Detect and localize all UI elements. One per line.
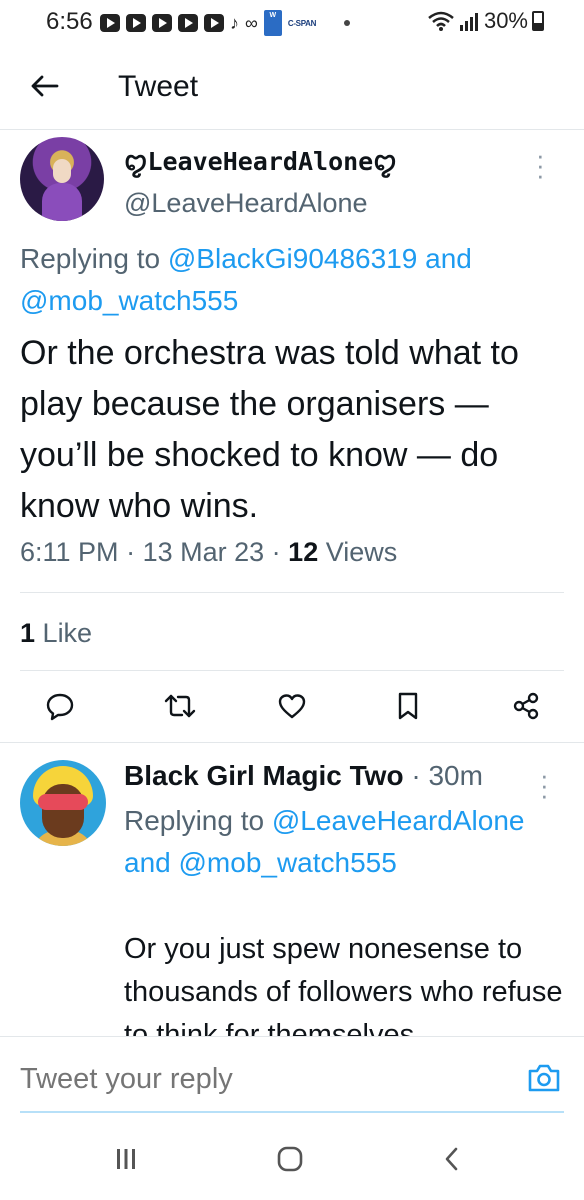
word-doc-icon: W: [263, 10, 282, 36]
reply-author-display-name[interactable]: Black Girl Magic Two: [124, 760, 404, 791]
mention-link[interactable]: @mob_watch555: [20, 285, 238, 316]
likes-count: 1: [20, 618, 36, 648]
more-notifications-dot: [344, 20, 351, 26]
divider: [20, 592, 564, 593]
reply-button[interactable]: [40, 686, 80, 726]
replying-to: Replying to @LeaveHeardAlone and @mob_wa…: [124, 805, 525, 878]
youtube-icon: [204, 14, 224, 32]
reply-input[interactable]: [20, 1063, 500, 1096]
youtube-icon: [126, 14, 146, 32]
top-app-bar: Tweet: [0, 44, 584, 130]
battery-percent: 30%: [483, 8, 528, 33]
camera-button[interactable]: [526, 1063, 562, 1093]
author-display-name[interactable]: ꨄLeaveHeardAloneꨄ: [124, 142, 397, 179]
youtube-icon: [178, 14, 198, 32]
bookmark-icon: [398, 692, 418, 720]
reply-list: Black Girl Magic Two · 30m · · · Replying …: [0, 744, 584, 1036]
tweet-time[interactable]: 6:11 PM: [20, 537, 119, 567]
mention-link[interactable]: @BlackGi90486319: [168, 243, 417, 274]
avatar[interactable]: [20, 760, 106, 846]
replying-to: Replying to @BlackGi90486319 and @mob_wa…: [20, 243, 472, 316]
likes-label: Like: [42, 618, 93, 648]
mention-link[interactable]: @LeaveHeardAlone: [272, 805, 525, 836]
signal-icon: [459, 13, 478, 31]
views-label: Views: [325, 537, 398, 567]
recents-icon: [117, 1149, 135, 1169]
home-button[interactable]: [270, 1144, 310, 1174]
system-nav-bar: [0, 1116, 584, 1200]
camera-icon: [528, 1064, 560, 1092]
notification-icons: ♪ ∞ W C-SPAN: [100, 10, 351, 36]
retweet-icon: [164, 694, 196, 718]
reply-text: Or you just spew nonesense to thousands …: [124, 933, 563, 1036]
reply-icon: [46, 693, 74, 721]
like-button[interactable]: [272, 686, 312, 726]
divider: [20, 670, 564, 671]
reply-input-underline: [20, 1111, 564, 1113]
heart-icon: [278, 694, 306, 719]
retweet-button[interactable]: [160, 686, 200, 726]
back-button[interactable]: [24, 66, 64, 106]
avatar[interactable]: [20, 137, 104, 221]
tweet-text: Or the orchestra was told what to play b…: [20, 334, 519, 525]
wifi-icon: [428, 11, 454, 31]
battery-icon: [532, 11, 544, 31]
tiktok-icon: ♪: [230, 13, 239, 33]
chevron-left-icon: [445, 1147, 458, 1171]
likes-link[interactable]: 1 Like: [20, 618, 92, 649]
system-back-button[interactable]: [432, 1144, 472, 1174]
divider: [0, 742, 584, 743]
reply-author-row: Black Girl Magic Two · 30m: [124, 760, 483, 791]
bookmark-button[interactable]: [388, 686, 428, 726]
page-title: Tweet: [118, 70, 199, 103]
arrow-left-icon: [31, 75, 59, 97]
youtube-icon: [100, 14, 120, 32]
more-options-icon[interactable]: · · ·: [540, 762, 549, 808]
mention-link[interactable]: @mob_watch555: [179, 847, 397, 878]
youtube-icon: [152, 14, 172, 32]
tweet-date[interactable]: 13 Mar 23: [143, 537, 265, 567]
status-bar: 6:56 ♪ ∞ W C-SPAN 30%: [0, 0, 584, 44]
cspan-icon: C-SPAN: [287, 18, 317, 28]
reply-composer: [0, 1036, 584, 1116]
system-status: 30%: [428, 8, 544, 34]
reply-age: 30m: [428, 760, 483, 791]
tweet-actions: [0, 686, 584, 726]
home-icon: [277, 1146, 303, 1172]
views-count: 12: [288, 537, 319, 567]
author-handle[interactable]: @LeaveHeardAlone: [124, 188, 368, 219]
more-options-icon[interactable]: · · ·: [536, 142, 545, 188]
voicemail-icon: ∞: [245, 13, 258, 33]
recent-apps-button[interactable]: [106, 1144, 146, 1174]
tweet-meta: 6:11 PM · 13 Mar 23 · 12 Views: [20, 537, 398, 567]
share-icon: [513, 692, 539, 720]
status-time: 6:56: [46, 8, 93, 35]
share-button[interactable]: [506, 686, 546, 726]
